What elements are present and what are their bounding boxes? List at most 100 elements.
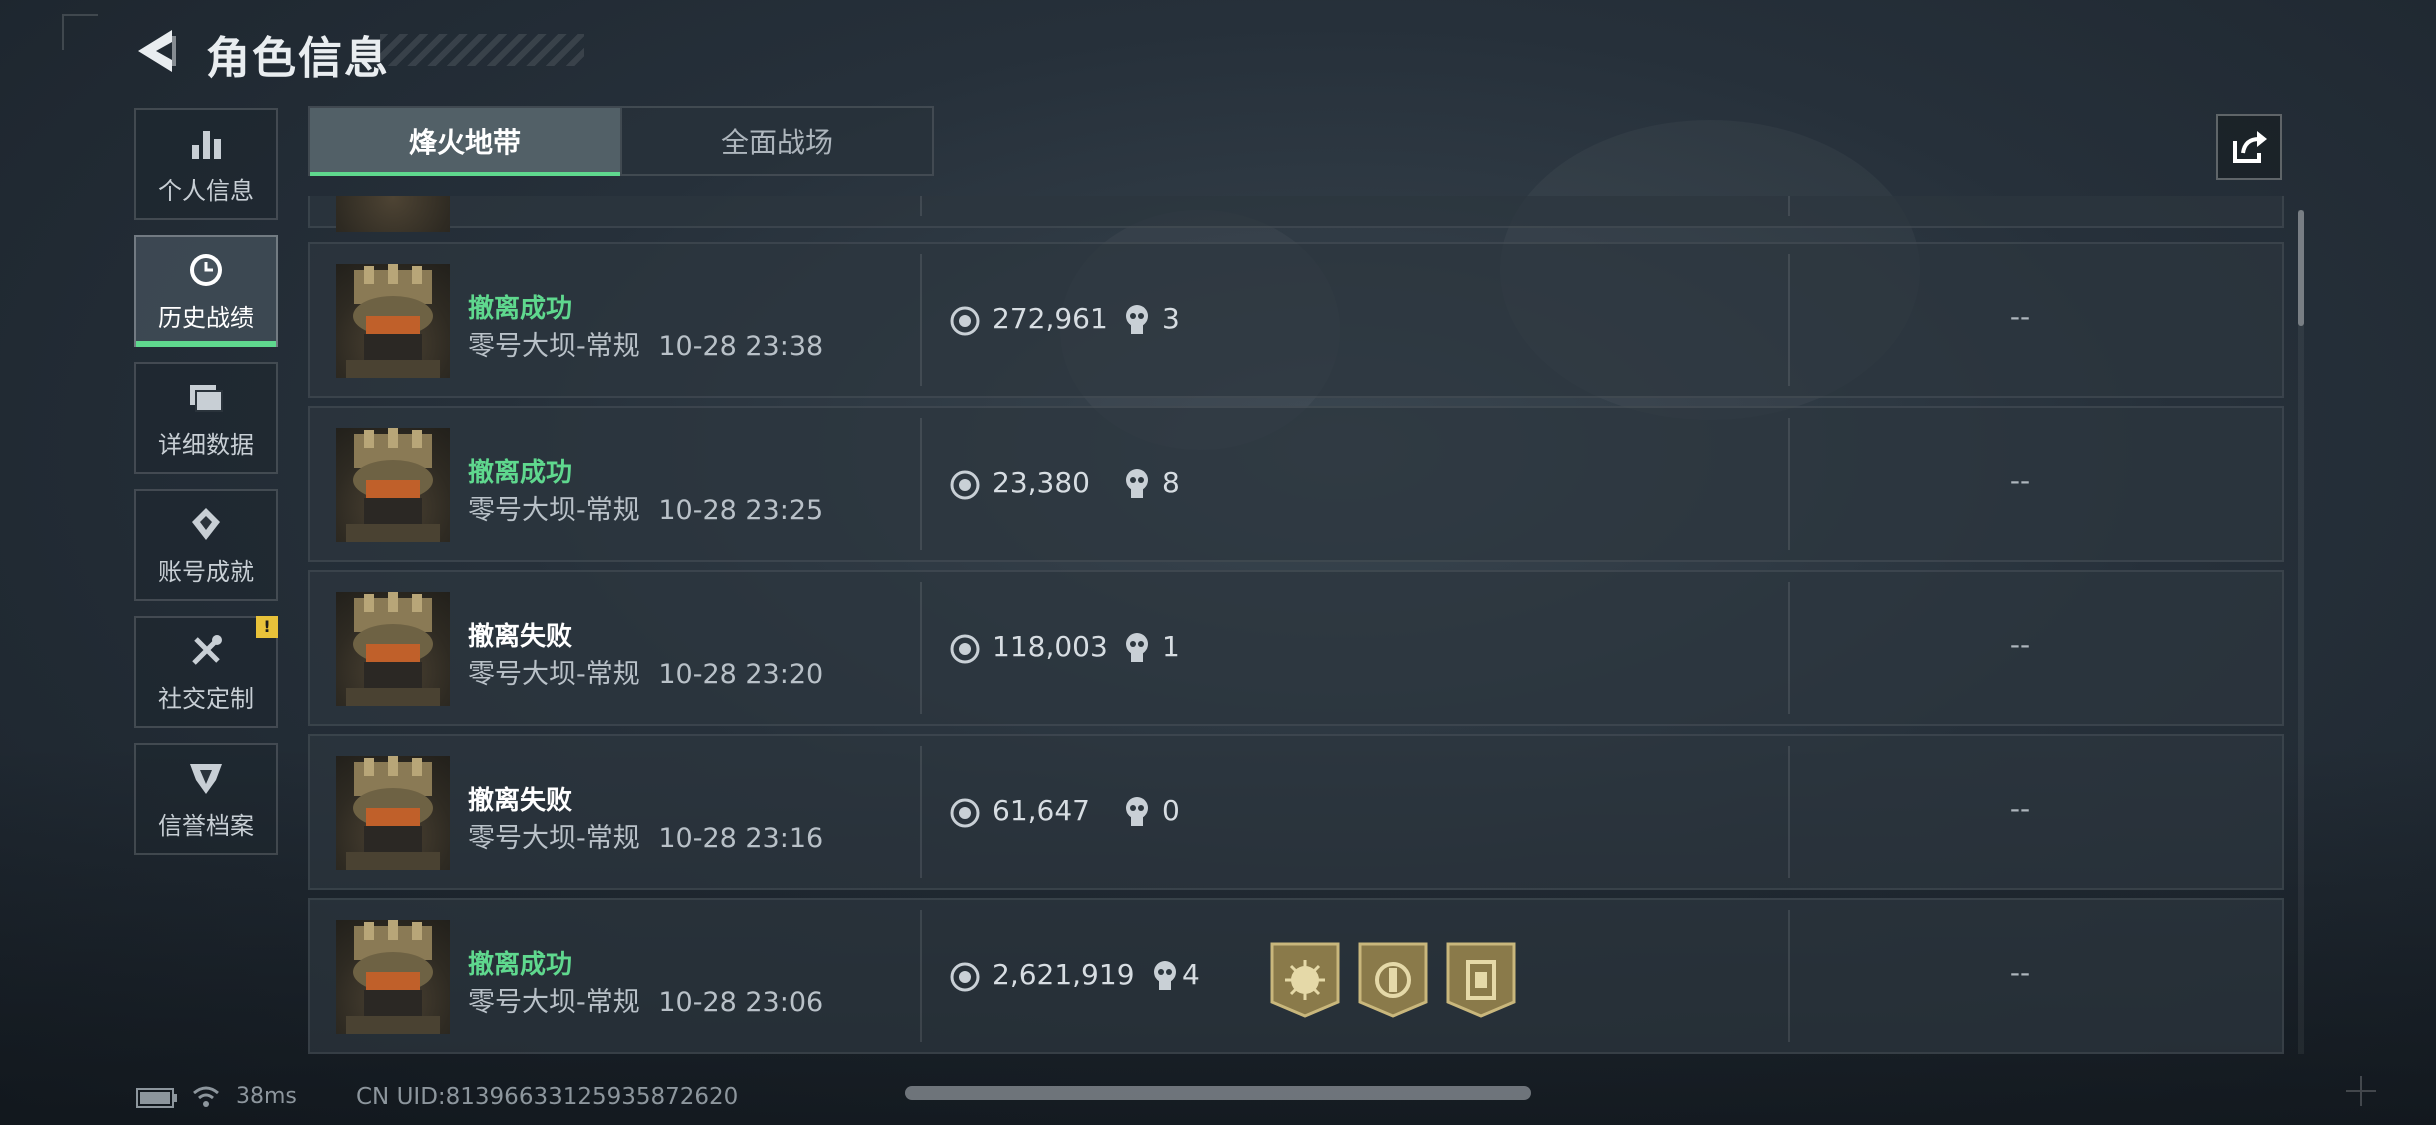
sun-medal-icon[interactable] [1270, 940, 1340, 1018]
match-time: 10-28 23:06 [658, 987, 824, 1018]
extra-info: -- [2009, 464, 2031, 497]
sidebar-item-label: 个人信息 [158, 176, 254, 205]
loot-value: 118,003 [992, 630, 1108, 663]
tab-warzone[interactable]: 烽火地带 [310, 108, 620, 176]
sidebar-item-social[interactable]: 社交定制 ! [134, 616, 278, 728]
match-row[interactable]: 撤离失败 零号大坝-常规 10-28 23:20 118,003 1 -- [308, 570, 2284, 726]
kill-count: 1 [1162, 630, 1180, 663]
operator-avatar [336, 264, 450, 378]
coin-icon [950, 470, 980, 500]
column-divider [1788, 418, 1790, 550]
operator-avatar [336, 756, 450, 870]
crosshair-icon [2346, 1076, 2376, 1106]
match-history-list[interactable]: 撤离成功 零号大坝-常规 10-28 23:38 272,961 3 -- 撤离… [308, 196, 2284, 1054]
corner-decoration [62, 14, 98, 50]
column-divider [1788, 582, 1790, 714]
map-and-time: 零号大坝-常规 10-28 23:06 [468, 980, 823, 1019]
sidebar-item-credit[interactable]: 信誉档案 [134, 743, 278, 855]
sidebar-item-label: 详细数据 [158, 430, 254, 459]
map-and-time: 零号大坝-常规 10-28 23:38 [468, 324, 823, 363]
extra-info: -- [2009, 956, 2031, 989]
match-time: 10-28 23:20 [658, 659, 824, 690]
title-decoration [380, 34, 584, 66]
coin-icon [950, 306, 980, 336]
card-medal-icon[interactable] [1446, 940, 1516, 1018]
map-and-time: 零号大坝-常规 10-28 23:16 [468, 816, 823, 855]
sidebar-item-label: 账号成就 [158, 557, 254, 586]
wifi-icon [193, 1086, 219, 1107]
kill-count: 0 [1162, 794, 1180, 827]
extraction-status: 撤离成功 [468, 950, 573, 980]
operator-avatar [336, 196, 450, 232]
map-name: 零号大坝-常规 [468, 987, 640, 1018]
map-and-time: 零号大坝-常规 10-28 23:20 [468, 652, 823, 691]
column-divider [1788, 910, 1790, 1042]
battery-icon [136, 1088, 177, 1108]
back-arrow-icon[interactable] [132, 26, 178, 76]
emblem-medal-icon[interactable] [1358, 940, 1428, 1018]
sidebar-item-label: 历史战绩 [158, 303, 254, 332]
column-divider [1788, 196, 1790, 216]
column-divider [1788, 254, 1790, 386]
match-time: 10-28 23:25 [658, 495, 824, 526]
share-icon [2233, 131, 2267, 163]
kill-count: 4 [1182, 958, 1200, 991]
map-name: 零号大坝-常规 [468, 823, 640, 854]
sidebar-item-details[interactable]: 详细数据 [134, 362, 278, 474]
extraction-status: 撤离失败 [468, 622, 573, 652]
extraction-status: 撤离失败 [468, 786, 573, 816]
tools-icon [192, 634, 222, 665]
extra-info: -- [2009, 628, 2031, 661]
achievement-medal-icon [192, 507, 220, 540]
column-divider [920, 196, 922, 216]
sidebar-item-achievements[interactable]: 账号成就 [134, 489, 278, 601]
match-row[interactable]: 撤离成功 零号大坝-常规 10-28 23:25 23,380 8 -- [308, 406, 2284, 562]
column-divider [920, 418, 922, 550]
sidebar-item-label: 社交定制 [158, 684, 254, 713]
kill-count: 3 [1162, 302, 1180, 335]
column-divider [1788, 746, 1790, 878]
extraction-status: 撤离成功 [468, 458, 573, 488]
extraction-status: 撤离成功 [468, 294, 573, 324]
loot-value: 272,961 [992, 302, 1108, 335]
column-divider [920, 254, 922, 386]
loot-value: 23,380 [992, 466, 1090, 499]
match-time: 10-28 23:16 [658, 823, 824, 854]
map-name: 零号大坝-常规 [468, 659, 640, 690]
notification-badge: ! [256, 616, 278, 638]
column-divider [920, 910, 922, 1042]
sidebar-item-profile[interactable]: 个人信息 [134, 108, 278, 220]
sidebar: 个人信息 历史战绩 详细数据 账号成就 社交定制 ! 信誉档案 [134, 108, 278, 870]
match-row[interactable]: 撤离成功 零号大坝-常规 10-28 23:06 2,621,919 4 -- [308, 898, 2284, 1054]
skull-icon [1126, 305, 1148, 334]
sidebar-item-label: 信誉档案 [158, 811, 254, 840]
clock-history-icon [190, 253, 222, 286]
scrollbar-track[interactable] [2298, 210, 2304, 1054]
skull-icon [1126, 797, 1148, 826]
coin-icon [950, 634, 980, 664]
skull-icon [1126, 633, 1148, 662]
tab-battlefield[interactable]: 全面战场 [620, 108, 932, 174]
ping-readout: 38ms [236, 1084, 297, 1109]
share-button[interactable] [2216, 114, 2282, 180]
mode-tabs: 烽火地带 全面战场 [308, 106, 934, 176]
coin-icon [950, 798, 980, 828]
page-title: 角色信息 [206, 33, 390, 84]
skull-icon [1154, 961, 1176, 990]
bar-chart-icon [192, 130, 221, 159]
coin-icon [950, 962, 980, 992]
match-row[interactable]: 撤离失败 零号大坝-常规 10-28 23:16 61,647 0 -- [308, 734, 2284, 890]
match-time: 10-28 23:38 [658, 331, 824, 362]
match-row-partial[interactable] [308, 196, 2284, 232]
loot-value: 2,621,919 [992, 958, 1135, 991]
map-name: 零号大坝-常规 [468, 495, 640, 526]
scrollbar-thumb[interactable] [2298, 210, 2304, 326]
column-divider [920, 746, 922, 878]
player-uid: CN UID:8139663312593587262​0 [356, 1084, 739, 1110]
sidebar-item-history[interactable]: 历史战绩 [134, 235, 278, 347]
map-name: 零号大坝-常规 [468, 331, 640, 362]
home-indicator[interactable] [905, 1086, 1531, 1100]
operator-avatar [336, 920, 450, 1034]
match-row[interactable]: 撤离成功 零号大坝-常规 10-28 23:38 272,961 3 -- [308, 242, 2284, 398]
operator-avatar [336, 428, 450, 542]
